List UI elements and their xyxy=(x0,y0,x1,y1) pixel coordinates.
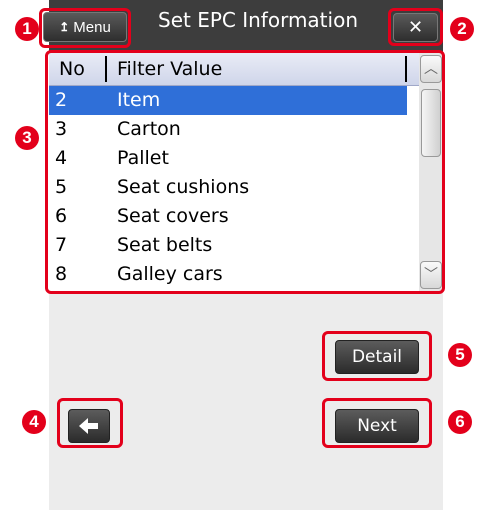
callout-number: 1 xyxy=(15,17,39,41)
page-title: Set EPC Information xyxy=(158,8,358,32)
callout-box-menu xyxy=(39,8,131,48)
callout-number: 4 xyxy=(22,410,46,434)
callout-box-detail xyxy=(322,331,432,381)
callout-box-list xyxy=(45,50,445,294)
callout-number: 3 xyxy=(15,126,39,150)
callout-number: 6 xyxy=(448,410,472,434)
callout-box-close xyxy=(388,8,443,46)
callout-box-back xyxy=(57,398,123,448)
callout-number: 2 xyxy=(450,17,474,41)
callout-box-next xyxy=(322,398,432,448)
callout-number: 5 xyxy=(448,343,472,367)
